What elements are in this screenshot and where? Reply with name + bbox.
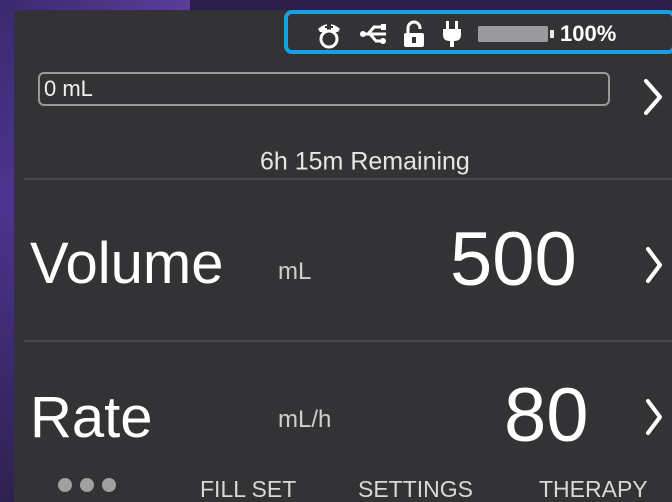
divider (24, 340, 672, 342)
time-remaining: 6h 15m Remaining (260, 147, 470, 176)
more-menu-dots-icon[interactable] (58, 478, 116, 492)
volume-value[interactable]: 500 (450, 216, 577, 303)
power-plug-icon (440, 19, 464, 49)
divider (24, 178, 672, 180)
battery-icon: 100% (478, 21, 616, 47)
pump-screen: 100% 0 mL 6h 15m Remaining Volume mL 500… (14, 10, 672, 502)
usb-icon (358, 22, 388, 46)
volume-unit: mL (278, 258, 312, 285)
rate-chevron-right-icon[interactable] (644, 398, 664, 441)
battery-fill (478, 26, 548, 42)
nav-therapy[interactable]: THERAPY (539, 476, 648, 502)
nurse-icon (314, 19, 344, 49)
status-bar: 100% (314, 16, 616, 52)
volume-label: Volume (30, 231, 224, 296)
lock-icon (402, 19, 426, 49)
device-bezel-left (0, 0, 14, 502)
rate-value[interactable]: 80 (504, 372, 589, 459)
delivered-volume: 0 mL (44, 76, 93, 101)
rate-label: Rate (30, 385, 153, 450)
battery-percentage: 100% (560, 21, 617, 46)
progress-chevron-right-icon[interactable] (642, 78, 664, 121)
nav-settings[interactable]: SETTINGS (358, 476, 473, 502)
rate-unit: mL/h (278, 406, 332, 433)
infusion-progress-bar[interactable]: 0 mL (38, 72, 610, 106)
volume-chevron-right-icon[interactable] (644, 246, 664, 289)
nav-fill-set[interactable]: FILL SET (200, 476, 296, 502)
bottom-nav: FILL SET SETTINGS THERAPY (14, 476, 672, 502)
